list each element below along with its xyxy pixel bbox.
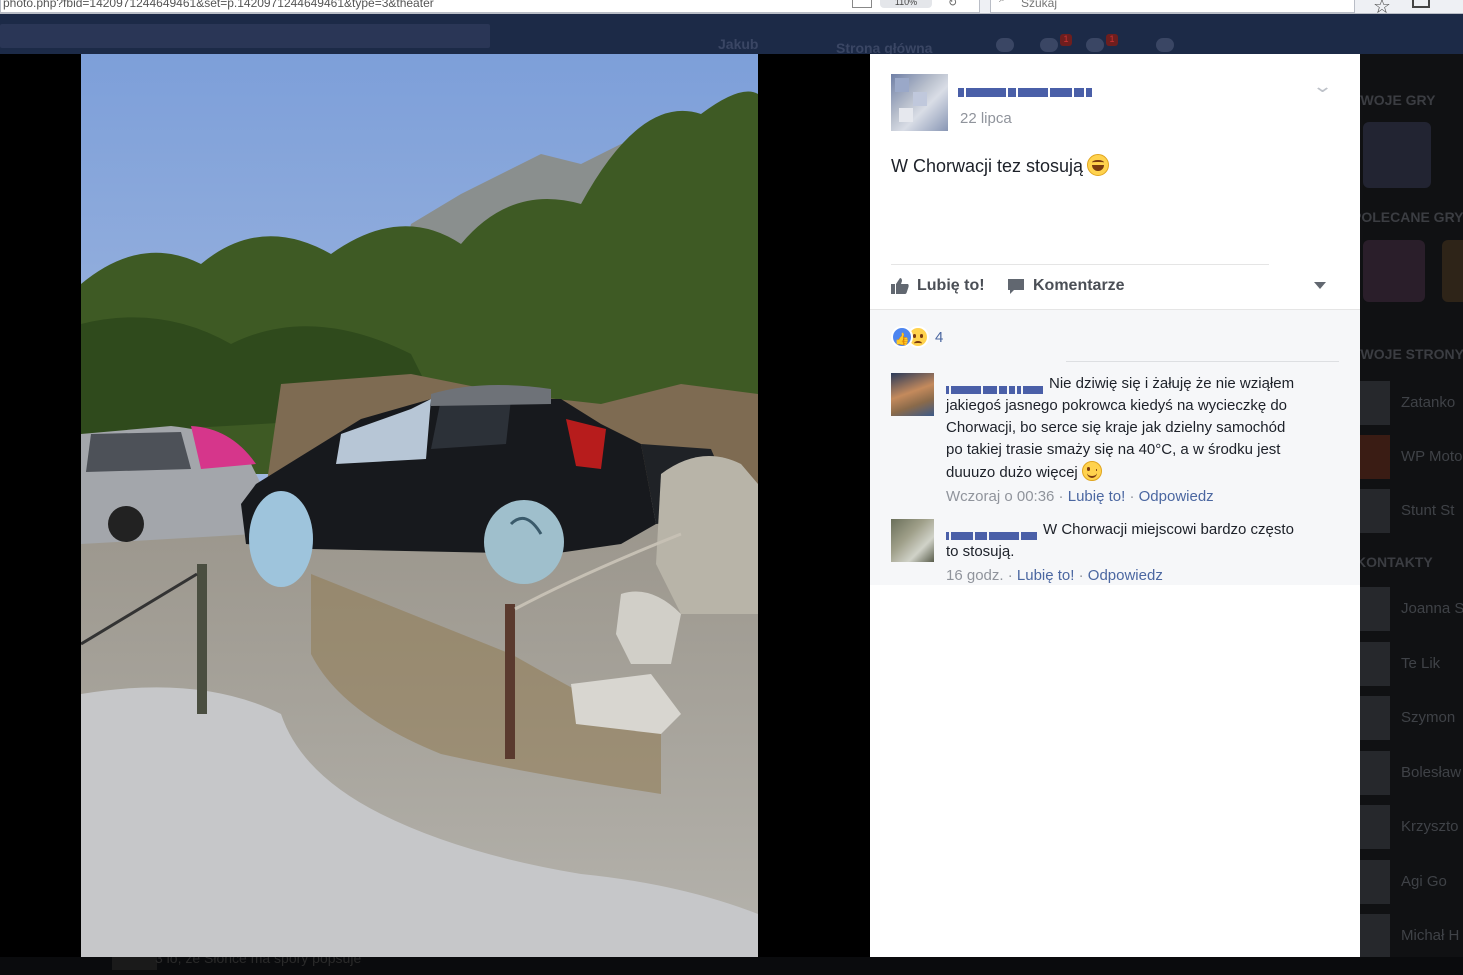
reader-view-icon[interactable]: [852, 0, 872, 8]
contact-avatar: [1360, 751, 1390, 795]
zoom-level[interactable]: 110%: [880, 0, 932, 8]
game-thumbnail[interactable]: [1363, 122, 1431, 188]
post-actions: Lubię to! Komentarze: [870, 265, 1360, 309]
contact-name: Bolesław: [1401, 764, 1462, 781]
page-label: Stunt St: [1401, 502, 1455, 519]
page-avatar: [1360, 381, 1390, 425]
contact-avatar: [1360, 642, 1390, 686]
winking-emoji-icon: [1081, 461, 1102, 481]
contact-name: Joanna S: [1401, 600, 1463, 617]
contact-item[interactable]: Te Lik: [1360, 642, 1463, 686]
like-label: Lubię to!: [917, 277, 985, 294]
pages-heading: TWOJE STRONY: [1360, 346, 1463, 362]
post-text: W Chorwacji tez stosują: [891, 154, 1110, 177]
page-item[interactable]: Stunt St: [1360, 489, 1463, 533]
comment-reply-link[interactable]: Odpowiedz: [1088, 567, 1163, 584]
messages-badge: 1: [1060, 34, 1072, 46]
comment-reply-link[interactable]: Odpowiedz: [1139, 488, 1214, 505]
contact-avatar: [1360, 914, 1390, 958]
comment-body: Nie dziwię się i żałuję że nie wziąłem j…: [946, 373, 1296, 508]
comment-icon: [1008, 279, 1024, 294]
page-label: Zatanko: [1401, 394, 1456, 411]
reactions-summary[interactable]: 👍 4: [891, 326, 943, 348]
like-button[interactable]: Lubię to!: [891, 277, 985, 295]
contact-name: Agi Go: [1401, 873, 1447, 890]
thumbs-up-icon: [891, 278, 909, 294]
post-photo[interactable]: [81, 54, 758, 957]
comment-body: W Chorwacji miejscowi bardzo często to s…: [946, 519, 1296, 587]
contact-avatar: [1360, 805, 1390, 849]
browser-toolbar: photo.php?fbid=1420971244649461&set=p.14…: [0, 0, 1463, 18]
help-icon[interactable]: [1156, 38, 1174, 52]
contact-name: Michał H: [1401, 927, 1460, 944]
page-avatar: [1360, 489, 1390, 533]
reaction-count: 4: [935, 328, 944, 346]
reading-list-icon[interactable]: [1412, 0, 1430, 8]
contact-item[interactable]: Krzyszto: [1360, 805, 1463, 849]
commenter-name[interactable]: [946, 379, 1045, 395]
contact-item[interactable]: Bolesław: [1360, 751, 1463, 795]
comment-label: Komentarze: [1033, 277, 1125, 294]
laughing-emoji-icon: [1087, 154, 1110, 176]
author-name[interactable]: [958, 84, 1118, 98]
comment-like-link[interactable]: Lubię to!: [1017, 567, 1075, 584]
comment-button[interactable]: Komentarze: [1007, 277, 1125, 295]
search-icon: ⌕: [999, 0, 1006, 4]
contact-avatar: [1360, 860, 1390, 904]
post-header: 22 lipca ⌄: [870, 54, 1360, 144]
browser-search-input[interactable]: ⌕ Szukaj: [990, 0, 1355, 13]
contact-name: Szymon: [1401, 709, 1456, 726]
messages-icon[interactable]: [1040, 38, 1058, 52]
contact-avatar: [1360, 696, 1390, 740]
author-avatar[interactable]: [891, 74, 948, 131]
commenter-avatar[interactable]: [891, 373, 934, 416]
comment-like-link[interactable]: Lubię to!: [1068, 488, 1126, 505]
comment-time[interactable]: 16 godz.: [946, 567, 1004, 584]
contact-name: Krzyszto: [1401, 818, 1459, 835]
contacts-heading: KONTAKTY: [1360, 554, 1433, 570]
comment-meta: Wczoraj o 00:36 · Lubię to! · Odpowiedz: [946, 488, 1214, 505]
commenter-name[interactable]: [946, 525, 1039, 541]
comment-time[interactable]: Wczoraj o 00:36: [946, 488, 1054, 505]
facebook-search-input[interactable]: [0, 24, 490, 48]
right-sidebar: TWOJE GRY POLECANE GRY TWOJE STRONY Zata…: [1360, 54, 1463, 975]
chevron-down-icon[interactable]: ⌄: [1312, 76, 1333, 97]
like-reaction-icon: 👍: [891, 326, 913, 348]
notifications-icon[interactable]: [1086, 38, 1104, 52]
page-avatar: [1360, 435, 1390, 479]
contact-item[interactable]: Agi Go: [1360, 860, 1463, 904]
contact-item[interactable]: Szymon: [1360, 696, 1463, 740]
page-item[interactable]: WP Moto: [1360, 435, 1463, 479]
reload-icon[interactable]: ↻: [948, 0, 957, 9]
post-panel: 22 lipca ⌄ W Chorwacji tez stosują Lubię…: [870, 54, 1360, 957]
bottom-post-thumbnail: [112, 955, 157, 970]
notifications-badge: 1: [1106, 34, 1118, 46]
comments-section: 👍 4 Nie dziwię się i żałuję że nie wziął…: [870, 309, 1360, 585]
contact-item[interactable]: Michał H: [1360, 914, 1463, 958]
contact-name: Te Lik: [1401, 655, 1441, 672]
recommended-game-thumbnail-2[interactable]: [1442, 240, 1463, 302]
recommended-game-thumbnail[interactable]: [1363, 240, 1425, 302]
divider: [1066, 361, 1339, 362]
page-label: WP Moto: [1401, 448, 1463, 465]
browser-search-placeholder: Szukaj: [1021, 0, 1058, 10]
games-heading: TWOJE GRY: [1360, 92, 1436, 108]
url-bar[interactable]: photo.php?fbid=1420971244649461&set=p.14…: [0, 0, 980, 13]
topbar-user-name[interactable]: Jakub: [718, 36, 808, 54]
commenter-avatar[interactable]: [891, 519, 934, 562]
caret-down-icon[interactable]: [1314, 282, 1326, 289]
comment-meta: 16 godz. · Lubię to! · Odpowiedz: [946, 567, 1163, 584]
post-text-content: W Chorwacji tez stosują: [891, 156, 1084, 176]
contact-item[interactable]: Joanna S: [1360, 587, 1463, 631]
post-date[interactable]: 22 lipca: [960, 110, 1012, 127]
page-item[interactable]: Zatanko: [1360, 381, 1463, 425]
contact-avatar: [1360, 587, 1390, 631]
recommended-games-heading: POLECANE GRY: [1360, 209, 1463, 225]
friend-requests-icon[interactable]: [996, 38, 1014, 52]
